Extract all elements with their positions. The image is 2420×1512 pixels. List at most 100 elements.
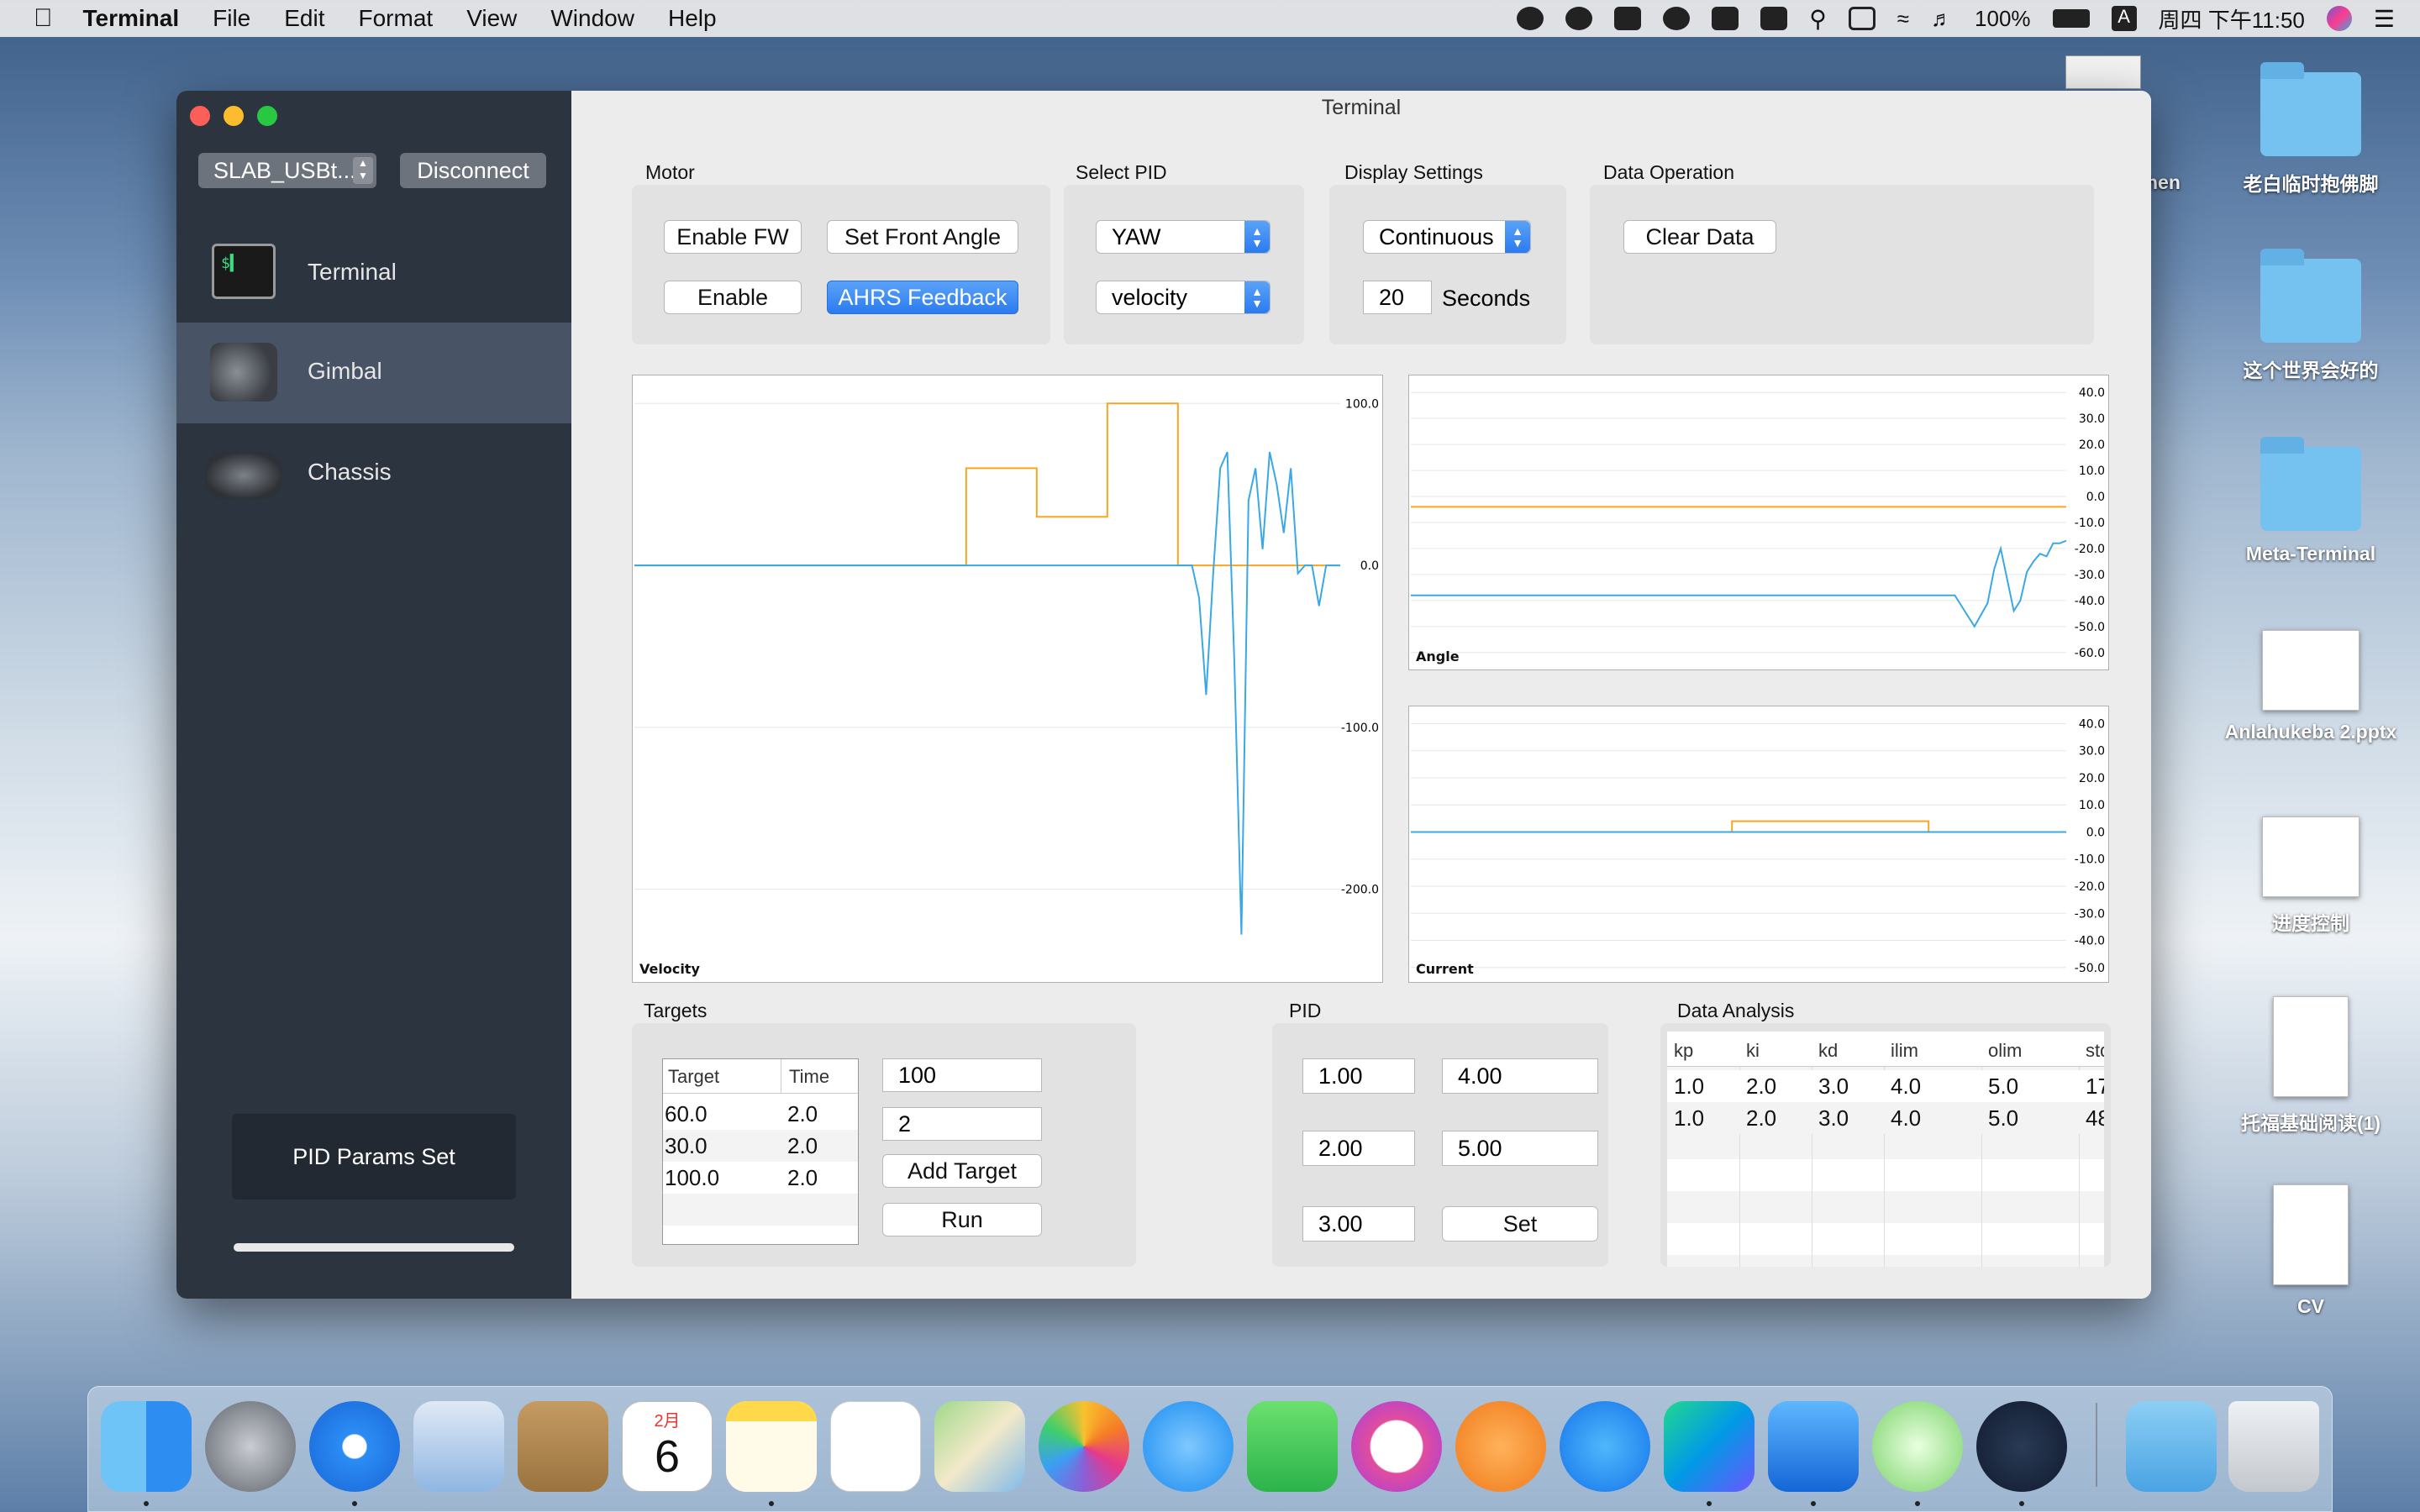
wifi-icon[interactable]: ≈ <box>1897 6 1909 32</box>
pid-set-button[interactable]: Set <box>1442 1206 1598 1242</box>
ki-input[interactable]: 2.00 <box>1302 1131 1415 1166</box>
table-row[interactable]: 1.0 2.0 3.0 4.0 5.0 1757.50 <box>1667 1070 2104 1102</box>
display-mode-select[interactable]: Continuous ▲ ▼ <box>1363 220 1531 254</box>
chart-title: Angle <box>1416 648 1460 664</box>
ilim-input[interactable]: 4.00 <box>1442 1058 1598 1094</box>
run-button[interactable]: Run <box>882 1203 1042 1236</box>
analysis-table[interactable]: kp ki kd ilim olim stdDiff 1.0 2.0 3.0 4… <box>1667 1032 2104 1267</box>
clear-data-button[interactable]: Clear Data <box>1623 220 1776 254</box>
maps-icon[interactable] <box>934 1401 1025 1492</box>
wechat-status-icon[interactable] <box>1663 7 1691 30</box>
xcode-icon[interactable] <box>1768 1401 1859 1492</box>
trash-icon[interactable] <box>2228 1401 2319 1492</box>
close-button[interactable] <box>190 106 210 126</box>
olim-input[interactable]: 5.00 <box>1442 1131 1598 1166</box>
menu-file[interactable]: File <box>213 5 250 32</box>
menu-edit[interactable]: Edit <box>284 5 324 32</box>
desktop-file-toefl[interactable]: 托福基础阅读(1) <box>2210 996 2412 1136</box>
wechat-icon[interactable] <box>1872 1401 1963 1492</box>
minimize-button[interactable] <box>224 106 244 126</box>
zoom-button[interactable] <box>257 106 277 126</box>
finder-icon[interactable] <box>101 1401 192 1492</box>
contacts-icon[interactable] <box>518 1401 608 1492</box>
clion-icon[interactable] <box>1664 1401 1754 1492</box>
launchpad-icon[interactable] <box>205 1401 296 1492</box>
desktop-partial-icon[interactable] <box>2065 55 2141 89</box>
photos-icon[interactable] <box>1039 1401 1129 1492</box>
target-time-input[interactable]: 2 <box>882 1107 1042 1141</box>
header-kp: kp <box>1674 1040 1694 1061</box>
menu-window[interactable]: Window <box>550 5 634 32</box>
disconnect-button[interactable]: Disconnect <box>400 153 546 188</box>
enable-button[interactable]: Enable <box>664 281 802 314</box>
clipboard-icon[interactable] <box>1614 7 1642 30</box>
facetime-icon[interactable] <box>1247 1401 1338 1492</box>
desktop-folder-3-label: Meta-Terminal <box>2245 543 2376 564</box>
helper-icon[interactable] <box>1565 7 1593 30</box>
menu-format[interactable]: Format <box>359 5 434 32</box>
velocity-chart-plot: 100.0 0.0 -100.0 -200.0 Velocity <box>634 397 1379 977</box>
table-row[interactable]: 30.0 2.0 <box>663 1130 858 1162</box>
itunes-icon[interactable] <box>1351 1401 1442 1492</box>
messages-icon[interactable] <box>1143 1401 1234 1492</box>
cell-kd: 3.0 <box>1818 1074 1849 1099</box>
menu-view[interactable]: View <box>466 5 517 32</box>
mail-icon[interactable] <box>413 1401 504 1492</box>
apple-icon[interactable]:  <box>34 4 53 33</box>
sidebar-item-chassis[interactable]: Chassis <box>176 423 571 524</box>
running-indicator <box>1915 1501 1920 1506</box>
targets-table[interactable]: Target Time 60.0 2.0 30.0 2.0 100.0 2.0 <box>662 1058 859 1245</box>
ibooks-icon[interactable] <box>1455 1401 1546 1492</box>
add-target-button[interactable]: Add Target <box>882 1154 1042 1188</box>
clock[interactable]: 周四 下午11:50 <box>2159 3 2305 34</box>
folder-icon <box>2260 249 2361 343</box>
table-row[interactable]: 100.0 2.0 <box>663 1162 858 1194</box>
search-icon[interactable]: ⚲ <box>1809 5 1827 33</box>
volume-icon[interactable]: ♬ <box>1931 6 1953 32</box>
pid-mode-select[interactable]: velocity ▲ ▼ <box>1096 281 1270 314</box>
menu-app-name[interactable]: Terminal <box>83 5 180 32</box>
kd-input[interactable]: 3.00 <box>1302 1206 1415 1242</box>
desktop-file-pptx[interactable]: Anlahukeba 2.pptx <box>2210 630 2412 743</box>
battery-icon[interactable] <box>2052 9 2090 28</box>
desktop-partial-label: hen <box>2146 171 2181 193</box>
meta-app-icon[interactable] <box>1976 1401 2067 1492</box>
targets-label: Targets <box>644 1000 708 1021</box>
kp-input[interactable]: 1.00 <box>1302 1058 1415 1094</box>
notification-center-icon[interactable]: ☰ <box>2374 5 2395 33</box>
app-store-icon[interactable] <box>1560 1401 1650 1492</box>
calendar-icon[interactable]: 2月 6 <box>622 1401 713 1492</box>
siri-icon[interactable] <box>2326 6 2352 31</box>
sidebar-item-gimbal[interactable]: Gimbal <box>176 323 571 423</box>
target-value-input[interactable]: 100 <box>882 1058 1042 1092</box>
pid-axis-select[interactable]: YAW ▲ ▼ <box>1096 220 1270 254</box>
table-row[interactable]: 60.0 2.0 <box>663 1098 858 1130</box>
desktop-file-cv[interactable]: CV <box>2210 1184 2412 1318</box>
cell-ilim: 4.0 <box>1891 1105 1922 1131</box>
airplay-icon[interactable] <box>1848 7 1876 30</box>
pid-params-set-button[interactable]: PID Params Set <box>232 1114 516 1200</box>
input-source-icon[interactable]: A <box>2111 6 2137 31</box>
seconds-input[interactable]: 20 <box>1363 281 1432 314</box>
reminders-icon[interactable] <box>830 1401 921 1492</box>
ahrs-feedback-button[interactable]: AHRS Feedback <box>827 281 1018 314</box>
folder-stack-icon[interactable] <box>2126 1401 2217 1492</box>
menu-help[interactable]: Help <box>668 5 717 32</box>
set-front-angle-button[interactable]: Set Front Angle <box>827 220 1018 254</box>
enable-fw-button[interactable]: Enable FW <box>664 220 802 254</box>
data-operation-group: Clear Data <box>1590 185 2094 344</box>
table-row[interactable]: 1.0 2.0 3.0 4.0 5.0 4810.60 <box>1667 1102 2104 1134</box>
desktop-folder-3[interactable]: Meta-Terminal <box>2210 437 2412 565</box>
desktop-folder-2[interactable]: 这个世界会好的 <box>2210 249 2412 383</box>
desktop-file-toefl-label: 托福基础阅读(1) <box>2240 1112 2381 1134</box>
creative-cloud-icon[interactable] <box>1517 7 1544 30</box>
sidebar-item-terminal[interactable]: $▍ Terminal <box>176 223 571 324</box>
port-select[interactable]: SLAB_USBt... ▲ ▼ <box>198 153 376 188</box>
notes-icon[interactable] <box>726 1401 817 1492</box>
desktop-folder-1[interactable]: 老白临时抱佛脚 <box>2210 62 2412 197</box>
display-icon[interactable] <box>1760 7 1788 30</box>
desktop-file-progress[interactable]: 进度控制 <box>2210 816 2412 936</box>
battery-percent: 100% <box>1975 5 2031 31</box>
safari-icon[interactable] <box>309 1401 400 1492</box>
box-icon[interactable] <box>1712 7 1739 30</box>
